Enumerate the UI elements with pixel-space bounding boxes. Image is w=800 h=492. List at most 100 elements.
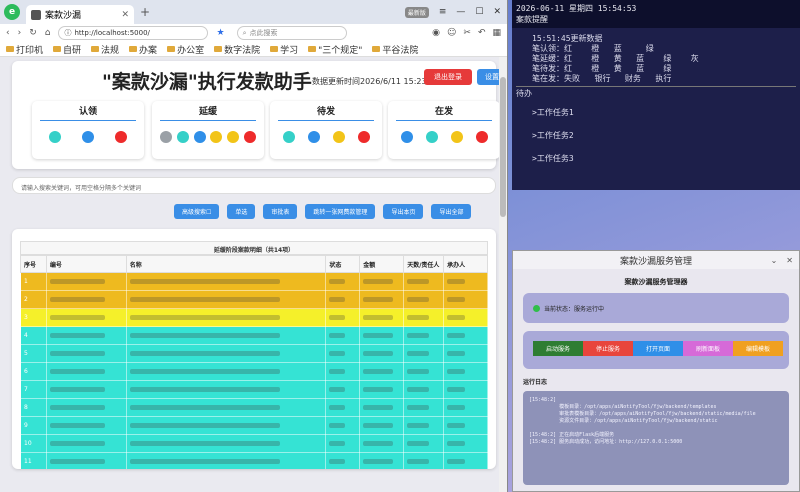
redacted-text — [329, 297, 346, 302]
table-row[interactable]: 3 — [20, 308, 488, 327]
bookmark-item[interactable]: 平谷法院 — [372, 43, 418, 56]
bookmark-item[interactable]: 办公室 — [167, 43, 204, 56]
status-dot[interactable] — [400, 131, 413, 143]
service-button-2[interactable]: 打开页面 — [633, 341, 683, 356]
profile-icon[interactable]: ☺ — [447, 28, 456, 38]
status-dot[interactable] — [332, 131, 345, 143]
search-bar[interactable]: ⌕ 点此搜索 — [236, 26, 347, 40]
bookmark-label: 学习 — [280, 45, 299, 56]
table-cell — [45, 380, 127, 399]
bookmark-item[interactable]: 数字法院 — [214, 43, 260, 56]
bookmark-item[interactable]: 学习 — [270, 43, 298, 56]
bookmark-item[interactable]: 打印机 — [6, 43, 43, 56]
close-icon[interactable]: ✕ — [786, 256, 793, 265]
status-dot[interactable] — [115, 131, 128, 143]
bookmark-item[interactable]: 自研 — [53, 43, 81, 56]
bookmark-item[interactable]: "三个规定" — [308, 43, 362, 56]
browser-logo-icon[interactable]: e — [4, 4, 20, 20]
new-tab-button[interactable]: + — [140, 5, 150, 19]
status-dot[interactable] — [160, 131, 173, 143]
service-button-3[interactable]: 刷新面板 — [683, 341, 733, 356]
table-cell — [403, 326, 445, 345]
table-row[interactable]: 1 — [20, 272, 488, 291]
status-dot[interactable] — [282, 131, 295, 143]
status-dot[interactable] — [243, 131, 256, 143]
service-subtitle: 案款沙漏服务管理器 — [624, 278, 688, 286]
status-dot[interactable] — [425, 131, 438, 143]
maximize-icon[interactable]: ☐ — [475, 7, 483, 17]
page-scrollbar[interactable] — [499, 57, 507, 492]
logout-button[interactable]: 退出登录 — [424, 69, 472, 85]
status-dot[interactable] — [81, 131, 94, 143]
reload-icon[interactable]: ↻ — [29, 28, 37, 38]
table-cell — [443, 398, 488, 417]
home-icon[interactable]: ⌂ — [45, 28, 51, 38]
table-row[interactable]: 6 — [20, 362, 488, 381]
minimize-icon[interactable]: ⌄ — [771, 256, 778, 265]
action-button-2[interactable]: 审批表 — [263, 204, 298, 219]
table-row[interactable]: 2 — [20, 290, 488, 309]
browser-tab[interactable]: 案款沙漏 ✕ — [26, 5, 134, 24]
folder-icon — [129, 46, 138, 52]
table-row[interactable]: 9 — [20, 416, 488, 435]
bookmark-label: 打印机 — [16, 45, 44, 56]
column-header: 序号 — [20, 255, 47, 273]
keyword-search-input[interactable]: 请输入搜索关键词，可用空格分隔多个关键词 — [12, 177, 496, 194]
table-cell — [443, 362, 488, 381]
extension-icon[interactable]: ◉ — [432, 28, 440, 38]
status-dot[interactable] — [193, 131, 206, 143]
status-dot[interactable] — [48, 131, 61, 143]
cut-icon[interactable]: ✂ — [463, 28, 471, 38]
action-button-4[interactable]: 导出本页 — [383, 204, 424, 219]
minimize-icon[interactable]: — — [456, 7, 465, 17]
status-dot[interactable] — [307, 131, 320, 143]
star-icon[interactable]: ★ — [216, 28, 224, 38]
undo-icon[interactable]: ↶ — [478, 28, 486, 38]
table-cell — [403, 398, 445, 417]
status-panel: 当前状态：服务运行中 — [523, 293, 789, 323]
table-row[interactable]: 10 — [20, 434, 488, 453]
status-dot[interactable] — [450, 131, 463, 143]
redacted-text — [329, 387, 346, 392]
table-cell — [325, 380, 361, 399]
status-dot[interactable] — [226, 131, 239, 143]
table-cell — [125, 398, 327, 417]
bookmark-item[interactable]: 法规 — [91, 43, 119, 56]
bookmark-item[interactable]: 办案 — [129, 43, 157, 56]
action-button-3[interactable]: 跳转一张网费款管理 — [305, 204, 376, 219]
action-button-1[interactable]: 单选 — [227, 204, 256, 219]
apps-icon[interactable]: ▦ — [492, 28, 501, 38]
stat-dots — [270, 121, 382, 143]
close-tab-icon[interactable]: ✕ — [121, 10, 129, 20]
close-window-icon[interactable]: ✕ — [493, 7, 501, 17]
action-button-5[interactable]: 导出全部 — [431, 204, 472, 219]
terminal-update-line: 15:51:45更新数据 — [532, 34, 603, 43]
table-cell — [325, 272, 361, 291]
page-content: "案款沙漏"执行发款助手 数据更新时间2026/6/11 15:23:34 退出… — [0, 57, 507, 492]
terminal-line: 笔延缓：红 橙 黄 蓝 绿 灰 — [532, 54, 699, 63]
back-icon[interactable]: ‹ — [6, 28, 10, 38]
redacted-text — [363, 279, 394, 284]
address-bar[interactable]: ⓘ http://localhost:5000/ — [58, 26, 209, 40]
status-dot[interactable] — [357, 131, 370, 143]
action-button-0[interactable]: 高级搜索☐ — [174, 204, 220, 219]
table-row[interactable]: 5 — [20, 344, 488, 363]
table-row[interactable]: 7 — [20, 380, 488, 399]
table-row[interactable]: 11 — [20, 452, 488, 469]
column-header: 金额 — [359, 255, 405, 273]
table-cell — [45, 326, 127, 345]
menu-icon[interactable]: ≡ — [439, 7, 447, 17]
url-text: http://localhost:5000/ — [74, 29, 150, 37]
table-cell — [125, 452, 327, 469]
table-row[interactable]: 8 — [20, 398, 488, 417]
table-row[interactable]: 4 — [20, 326, 488, 345]
service-button-0[interactable]: 启动服务 — [533, 341, 583, 356]
redacted-text — [129, 315, 280, 320]
status-dot[interactable] — [176, 131, 189, 143]
status-dot[interactable] — [210, 131, 223, 143]
table-cell — [359, 362, 405, 381]
forward-icon[interactable]: › — [18, 28, 22, 38]
service-button-1[interactable]: 停止服务 — [583, 341, 633, 356]
status-dot[interactable] — [475, 131, 488, 143]
service-button-4[interactable]: 编辑模板 — [733, 341, 783, 356]
